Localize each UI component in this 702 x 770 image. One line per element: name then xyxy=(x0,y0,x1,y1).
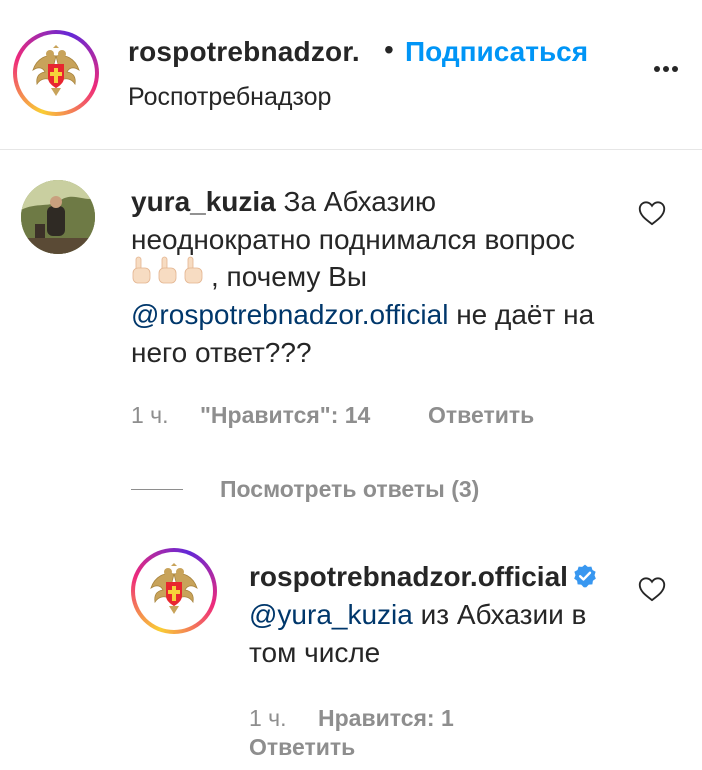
header-subtitle: Роспотребнадзор xyxy=(128,83,332,111)
comment-like-button[interactable] xyxy=(638,200,666,226)
heart-outline-icon xyxy=(638,201,666,226)
reply-mention-link[interactable]: @yura_kuzia xyxy=(249,599,413,630)
more-options-button[interactable] xyxy=(646,58,686,78)
heart-outline-icon xyxy=(638,577,666,602)
emblem-icon xyxy=(23,40,89,106)
header-separator: • xyxy=(384,34,394,65)
commenter-avatar[interactable] xyxy=(21,180,95,254)
post-header: rospotrebnadzor. • Подписаться Роспотреб… xyxy=(0,0,702,150)
reply-like-button[interactable] xyxy=(638,576,666,602)
account-avatar[interactable] xyxy=(13,30,99,116)
reply-text: rospotrebnadzor.official @yura_kuzia из … xyxy=(249,558,629,672)
header-username[interactable]: rospotrebnadzor. xyxy=(128,36,360,68)
comment-mention-link[interactable]: @rospotrebnadzor.official xyxy=(131,299,448,330)
reply-avatar[interactable] xyxy=(131,548,217,634)
pointing-up-emoji-icon xyxy=(131,255,211,297)
replies-divider xyxy=(131,489,183,490)
comment-reply-button[interactable]: Ответить xyxy=(428,402,534,429)
reply-reply-button[interactable]: Ответить xyxy=(249,734,355,761)
more-horizontal-icon xyxy=(654,66,660,72)
verified-badge-icon xyxy=(574,564,596,588)
reply-username[interactable]: rospotrebnadzor.official xyxy=(249,561,568,592)
comment-timestamp: 1 ч. xyxy=(131,402,169,428)
comment-text: yura_kuzia За Абхазию неоднократно подни… xyxy=(131,183,601,371)
comment-body-part2: , почему Вы xyxy=(211,261,367,292)
follow-button[interactable]: Подписаться xyxy=(405,36,588,68)
comment-username[interactable]: yura_kuzia xyxy=(131,186,276,217)
view-replies-button[interactable]: Посмотреть ответы (3) xyxy=(220,476,479,503)
emblem-icon xyxy=(141,558,207,624)
reply-likes-count[interactable]: Нравится: 1 xyxy=(318,705,454,732)
reply-timestamp: 1 ч. xyxy=(249,705,287,731)
comment-likes-count[interactable]: "Нравится": 14 xyxy=(200,402,370,429)
